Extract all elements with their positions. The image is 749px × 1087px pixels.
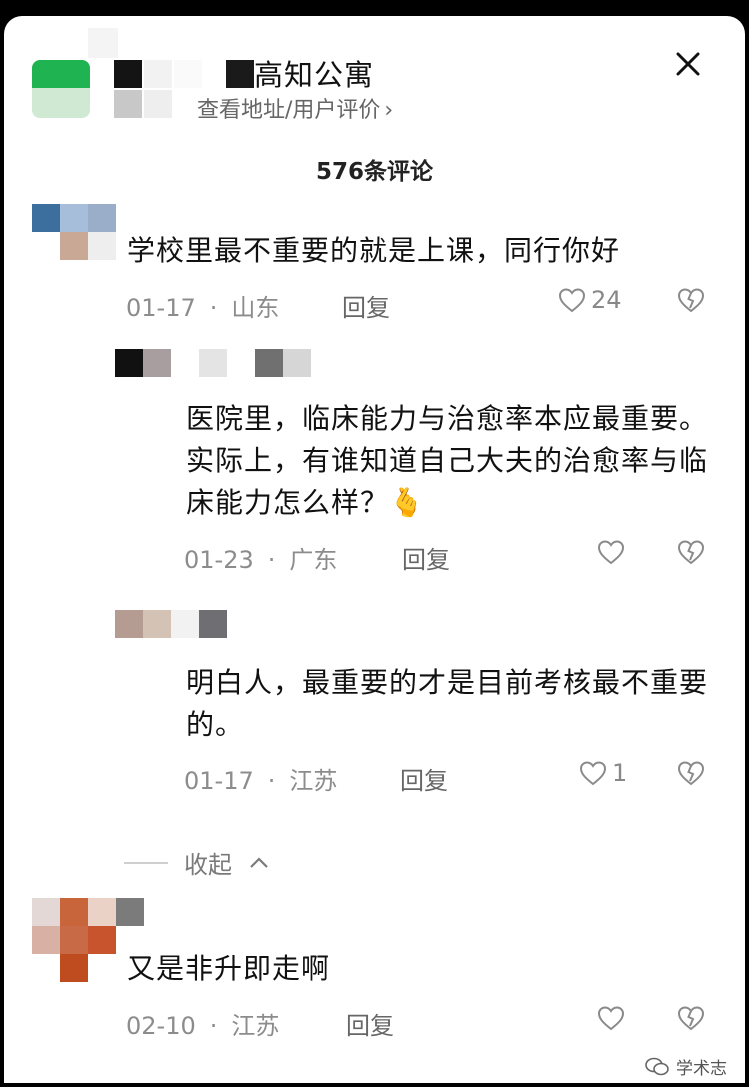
reply-button[interactable]: 回复 [400, 761, 448, 796]
like-count: 1 [612, 759, 628, 787]
comment-sheet: 高知公寓 查看地址/用户评价 › 576条评论 学校里最不重要的就是上课，同行你好… [4, 16, 745, 1083]
like-button[interactable]: 24 [557, 286, 622, 314]
like-count: 24 [591, 286, 622, 314]
dislike-button[interactable] [676, 1004, 706, 1032]
collapse-label: 收起 [184, 851, 232, 879]
broken-heart-icon [677, 288, 705, 313]
broken-heart-icon [677, 540, 705, 565]
comment-date: 02-10 [126, 1012, 196, 1040]
wechat-icon [645, 1057, 669, 1075]
chevron-up-icon [250, 856, 268, 868]
like-button[interactable] [596, 1004, 630, 1032]
like-button[interactable]: 1 [578, 759, 627, 787]
comment-region: 江苏 [289, 767, 338, 795]
reply-button[interactable]: 回复 [346, 1006, 394, 1041]
dislike-button[interactable] [676, 759, 706, 787]
view-address-reviews-label: 查看地址/用户评价 [197, 98, 381, 123]
chevron-right-icon: › [384, 98, 394, 123]
heart-outline-icon [558, 288, 586, 313]
heart-outline-icon [579, 761, 607, 786]
meta-separator: · [267, 546, 276, 574]
heart-outline-icon [597, 540, 625, 565]
watermark: 学术志 [644, 1054, 727, 1079]
shop-title: 高知公寓 [254, 58, 375, 92]
comment-meta: 01-17 · 江苏 [184, 761, 337, 796]
comment-date: 01-17 [126, 294, 196, 322]
app-frame: 高知公寓 查看地址/用户评价 › 576条评论 学校里最不重要的就是上课，同行你好… [0, 0, 749, 1087]
heart-outline-icon [597, 1006, 625, 1031]
comment-text: 明白人，最重要的才是目前考核最不重要的。 [186, 666, 709, 741]
comment-region: 山东 [231, 294, 280, 322]
comment-region: 江苏 [231, 1012, 280, 1040]
reply-button[interactable]: 回复 [342, 288, 390, 323]
comment-date: 01-17 [184, 767, 254, 795]
view-address-reviews-link[interactable]: 查看地址/用户评价 › [197, 92, 393, 124]
watermark-text: 学术志 [676, 1059, 727, 1079]
dislike-button[interactable] [676, 538, 706, 566]
dislike-button[interactable] [676, 286, 706, 314]
comment-region: 广东 [289, 546, 338, 574]
broken-heart-icon [677, 761, 705, 786]
close-button[interactable] [668, 44, 708, 84]
broken-heart-icon [677, 1006, 705, 1031]
comment-text: 学校里最不重要的就是上课，同行你好 [127, 234, 621, 267]
collapse-replies-button[interactable]: 收起 [124, 845, 270, 880]
close-icon [676, 52, 700, 76]
comment-meta: 01-17 · 山东 [126, 288, 279, 323]
comment-meta: 02-10 · 江苏 [126, 1006, 279, 1041]
divider-line [124, 861, 168, 864]
meta-separator: · [209, 294, 218, 322]
shop-avatar[interactable] [32, 60, 90, 118]
comment-text: 医院里，临床能力与治愈率本应最重要。实际上，有谁知道自己大夫的治愈率与临床能力怎… [186, 402, 709, 519]
comment-date: 01-23 [184, 546, 254, 574]
comment-text: 又是非升即走啊 [127, 952, 331, 985]
like-button[interactable] [596, 538, 630, 566]
reply-button[interactable]: 回复 [402, 540, 450, 575]
comment-meta: 01-23 · 广东 [184, 540, 337, 575]
meta-separator: · [209, 1012, 218, 1040]
comment-count: 576条评论 [315, 159, 433, 185]
meta-separator: · [267, 767, 276, 795]
